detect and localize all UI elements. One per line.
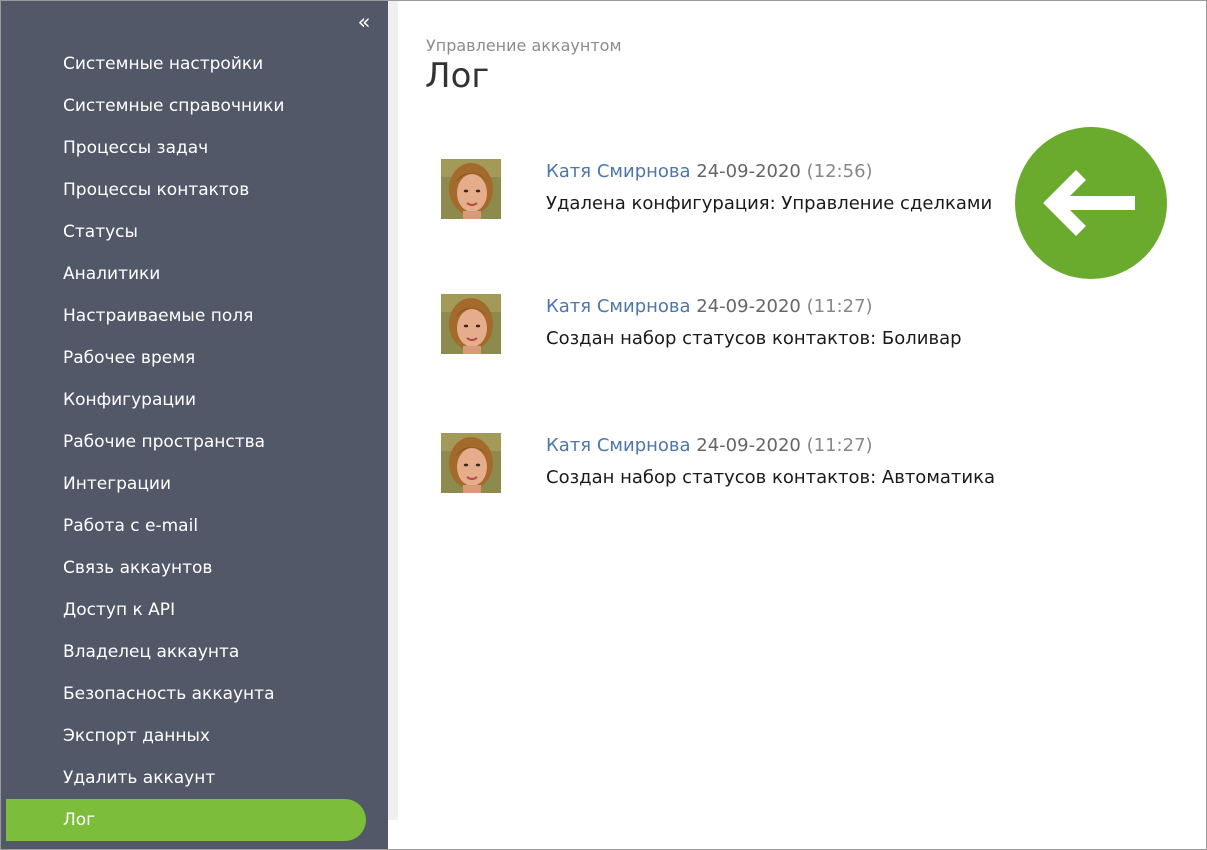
- sidebar-scrollbar[interactable]: [388, 0, 398, 820]
- avatar-image: [441, 159, 501, 219]
- avatar[interactable]: [441, 159, 501, 219]
- author-link[interactable]: Катя Смирнова: [546, 161, 691, 182]
- sidebar-item-account-linking[interactable]: Связь аккаунтов: [0, 547, 388, 589]
- log-entry-text: Создан набор статусов контактов: Автомат…: [546, 467, 996, 488]
- page-title: Лог: [425, 56, 490, 96]
- log-entry: Катя Смирнова 24-09-2020 (11:27) Создан …: [441, 433, 1181, 495]
- log-entry-text: Создан набор статусов контактов: Боливар: [546, 328, 962, 349]
- sidebar-item-workspaces[interactable]: Рабочие пространства: [0, 421, 388, 463]
- log-entry: Катя Смирнова 24-09-2020 (11:27) Создан …: [441, 294, 1181, 356]
- sidebar-item-integrations[interactable]: Интеграции: [0, 463, 388, 505]
- sidebar-menu: Системные настройки Системные справочник…: [0, 43, 388, 841]
- log-entry-header: Катя Смирнова 24-09-2020 (11:27): [546, 296, 873, 317]
- entry-time: (12:56): [806, 161, 873, 182]
- sidebar: « Системные настройки Системные справочн…: [0, 0, 388, 850]
- log-entry-header: Катя Смирнова 24-09-2020 (11:27): [546, 435, 873, 456]
- back-button[interactable]: [1015, 127, 1167, 279]
- avatar[interactable]: [441, 433, 501, 493]
- entry-time: (11:27): [806, 296, 873, 317]
- sidebar-item-data-export[interactable]: Экспорт данных: [0, 715, 388, 757]
- log-entry-text: Удалена конфигурация: Управление сделкам…: [546, 193, 993, 214]
- sidebar-item-account-security[interactable]: Безопасность аккаунта: [0, 673, 388, 715]
- sidebar-item-analytics[interactable]: Аналитики: [0, 253, 388, 295]
- avatar[interactable]: [441, 294, 501, 354]
- arrow-left-icon: [1043, 170, 1135, 236]
- avatar-image: [441, 433, 501, 493]
- log-entry-header: Катя Смирнова 24-09-2020 (12:56): [546, 161, 873, 182]
- sidebar-item-system-dictionaries[interactable]: Системные справочники: [0, 85, 388, 127]
- sidebar-item-statuses[interactable]: Статусы: [0, 211, 388, 253]
- breadcrumb[interactable]: Управление аккаунтом: [426, 36, 622, 55]
- sidebar-item-system-settings[interactable]: Системные настройки: [0, 43, 388, 85]
- sidebar-item-custom-fields[interactable]: Настраиваемые поля: [0, 295, 388, 337]
- entry-date: 24-09-2020: [696, 161, 801, 182]
- sidebar-item-api-access[interactable]: Доступ к API: [0, 589, 388, 631]
- sidebar-item-task-processes[interactable]: Процессы задач: [0, 127, 388, 169]
- sidebar-item-contact-processes[interactable]: Процессы контактов: [0, 169, 388, 211]
- entry-time: (11:27): [806, 435, 873, 456]
- author-link[interactable]: Катя Смирнова: [546, 435, 691, 456]
- collapse-sidebar-icon[interactable]: «: [352, 10, 376, 34]
- avatar-image: [441, 294, 501, 354]
- entry-date: 24-09-2020: [696, 435, 801, 456]
- sidebar-item-working-time[interactable]: Рабочее время: [0, 337, 388, 379]
- sidebar-item-delete-account[interactable]: Удалить аккаунт: [0, 757, 388, 799]
- sidebar-item-account-owner[interactable]: Владелец аккаунта: [0, 631, 388, 673]
- sidebar-item-configurations[interactable]: Конфигурации: [0, 379, 388, 421]
- sidebar-item-email[interactable]: Работа с e-mail: [0, 505, 388, 547]
- author-link[interactable]: Катя Смирнова: [546, 296, 691, 317]
- entry-date: 24-09-2020: [696, 296, 801, 317]
- sidebar-item-log[interactable]: Лог: [6, 799, 366, 841]
